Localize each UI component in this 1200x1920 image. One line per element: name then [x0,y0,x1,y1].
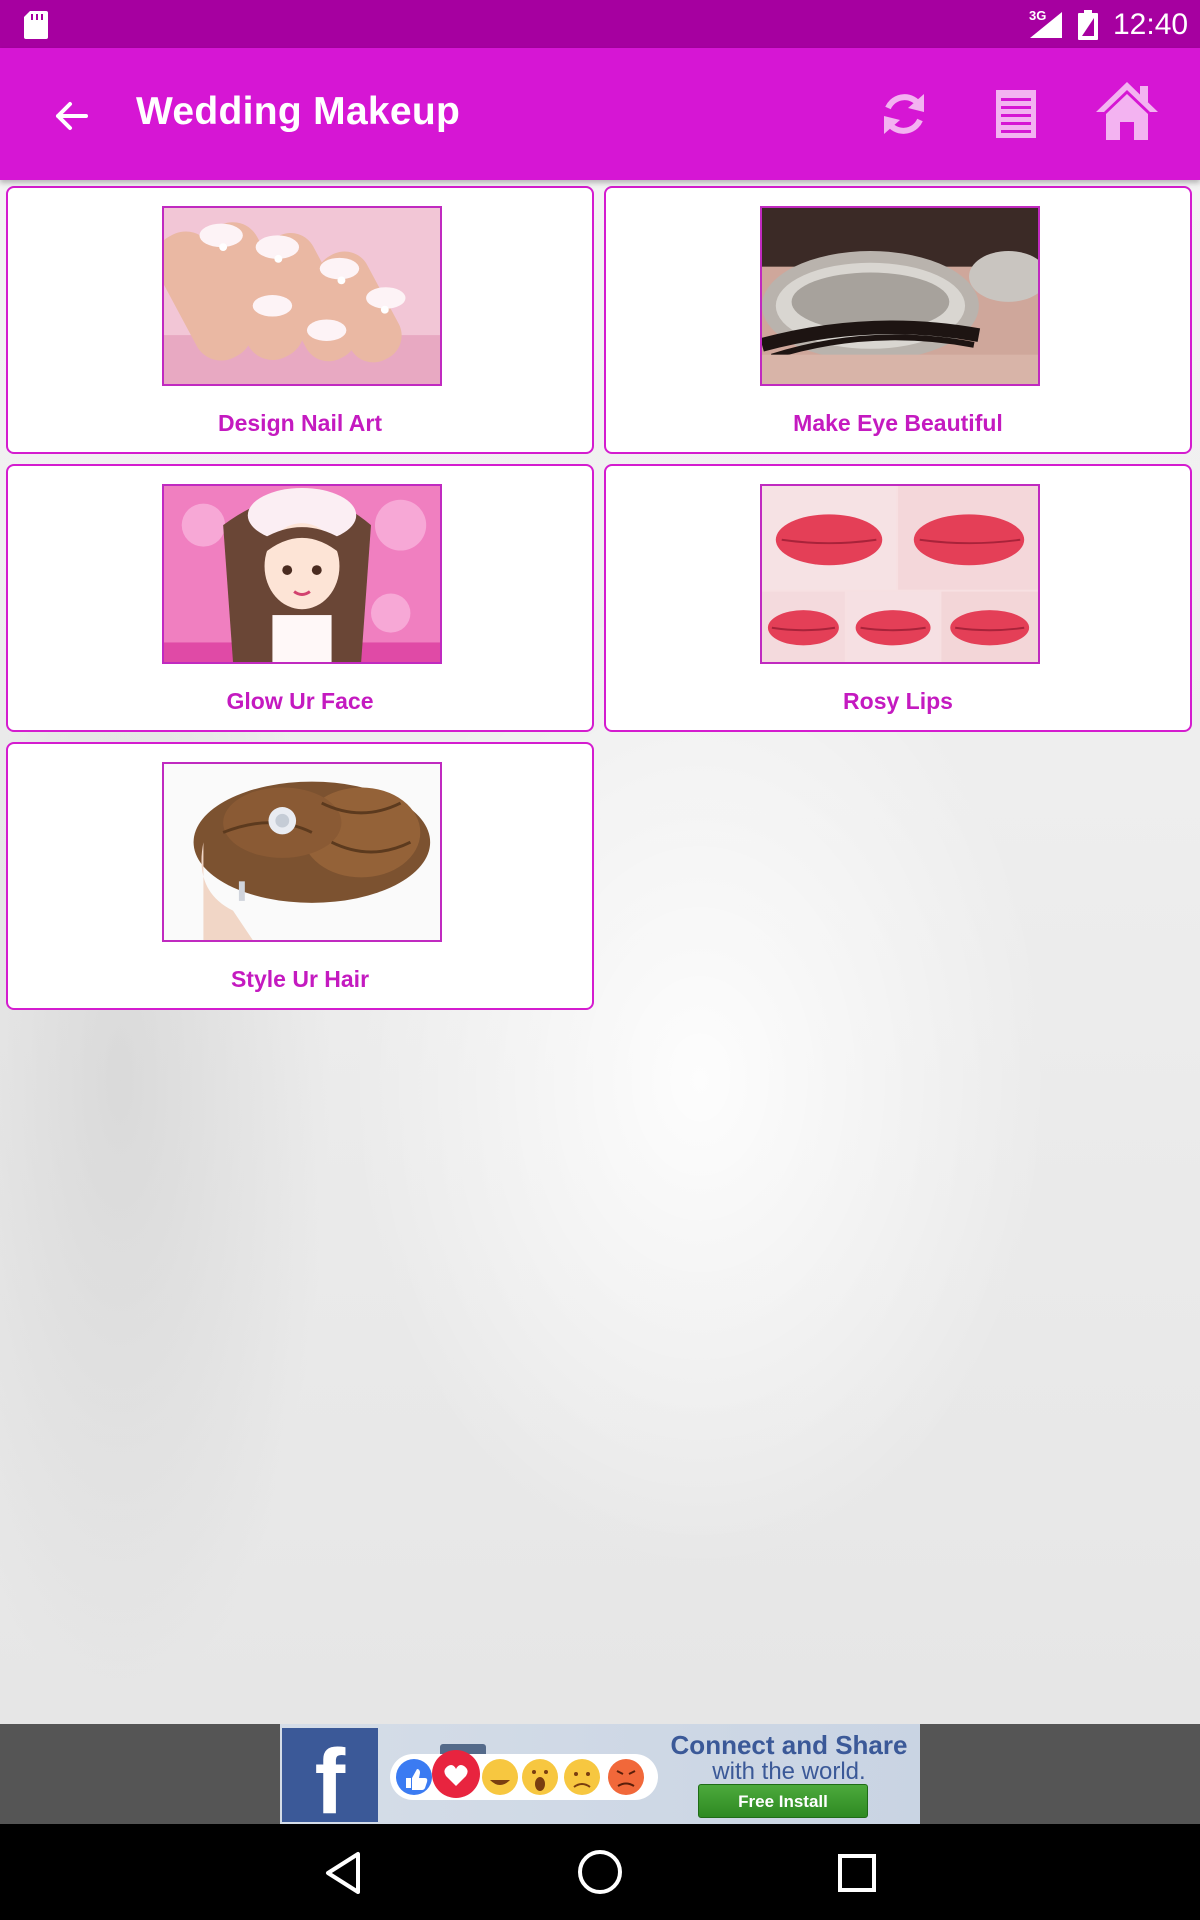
bride-illustration-image [162,484,442,664]
card-rosy-lips[interactable]: Rosy Lips [604,464,1192,732]
nail-art-image [162,206,442,386]
back-arrow-icon[interactable] [44,88,100,144]
home-icon[interactable] [1094,78,1160,144]
list-icon[interactable] [988,84,1044,144]
card-label: Style Ur Hair [230,966,370,992]
nav-back-icon[interactable] [320,1848,370,1898]
card-style-ur-hair[interactable]: Style Ur Hair [6,742,594,1010]
card-make-eye-beautiful[interactable]: Make Eye Beautiful [604,186,1192,454]
battery-icon [1078,10,1098,40]
glitter-eye-image [760,206,1040,386]
card-design-nail-art[interactable]: Design Nail Art [6,186,594,454]
card-glow-ur-face[interactable]: Glow Ur Face [6,464,594,732]
clock: 12:40 [1113,8,1189,41]
ad-strip: f Connect and Share with the world. Free… [0,1724,1200,1824]
sd-card-icon [24,11,48,39]
card-label: Rosy Lips [843,688,953,714]
card-label: Glow Ur Face [226,688,374,714]
status-bar: 3G 12:40 [0,0,1200,48]
ad-headline: Connect and Share [670,1730,908,1760]
card-label: Make Eye Beautiful [793,410,1003,436]
app-bar: Wedding Makeup [0,48,1200,180]
signal-icon [1030,12,1062,38]
page-title: Wedding Makeup [136,90,461,133]
facebook-logo-letter: f [314,1731,346,1824]
reactions-icon [390,1744,658,1800]
content-area: Design Nail Art Make Eye Beautiful Glow … [0,180,1200,1724]
ad-subline: with the world. [712,1758,866,1785]
card-label: Design Nail Art [217,410,382,436]
free-install-button[interactable]: Free Install [698,1784,868,1818]
ad-banner[interactable]: f Connect and Share with the world. Free… [280,1724,920,1824]
lips-collage-image [760,484,1040,664]
nav-home-icon[interactable] [574,1846,626,1898]
hair-bun-image [162,762,442,942]
refresh-icon[interactable] [874,84,934,144]
nav-recents-icon[interactable] [832,1848,882,1898]
system-nav-bar [0,1824,1200,1920]
